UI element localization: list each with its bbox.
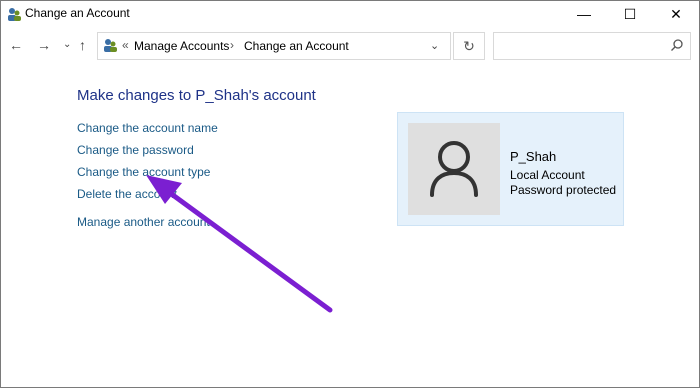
change-password-link[interactable]: Change the password — [77, 143, 194, 157]
maximize-button[interactable]: ☐ — [607, 1, 653, 27]
breadcrumb-manage-accounts[interactable]: Manage Accounts — [134, 39, 229, 53]
address-bar[interactable]: « Manage Accounts › Change an Account ⌄ — [97, 32, 451, 60]
up-button[interactable]: ↑ — [79, 37, 86, 53]
refresh-button[interactable]: ↻ — [453, 32, 485, 60]
change-account-name-link[interactable]: Change the account name — [77, 121, 218, 135]
window-title: Change an Account — [25, 6, 130, 20]
search-box[interactable] — [493, 32, 691, 60]
password-status: Password protected — [510, 183, 617, 197]
users-control-panel-icon — [8, 8, 21, 21]
change-account-type-link[interactable]: Change the account type — [77, 165, 210, 179]
users-control-panel-icon — [104, 39, 117, 52]
delete-account-link[interactable]: Delete the account — [77, 187, 177, 201]
user-silhouette-icon — [430, 141, 478, 197]
breadcrumb-overflow[interactable]: « — [122, 38, 129, 52]
breadcrumb-separator[interactable]: › — [230, 38, 234, 52]
page-heading: Make changes to P_Shah's account — [77, 87, 316, 104]
account-card: P_Shah Local Account Password protected — [397, 112, 624, 226]
minimize-button[interactable]: — — [561, 1, 607, 27]
avatar — [408, 123, 500, 215]
navigation-bar: ← → ⌄ ↑ « Manage Accounts › Change an Ac… — [1, 29, 699, 63]
search-icon — [671, 39, 683, 51]
account-name: P_Shah — [510, 149, 557, 164]
recent-locations-button[interactable]: ⌄ — [63, 39, 71, 50]
window: Change an Account — ☐ ✕ ← → ⌄ ↑ « Manage… — [0, 0, 700, 388]
address-dropdown-button[interactable]: ⌄ — [430, 39, 439, 52]
manage-another-account-link[interactable]: Manage another account — [77, 215, 210, 229]
forward-button[interactable]: → — [37, 37, 51, 53]
breadcrumb-change-an-account[interactable]: Change an Account — [244, 39, 349, 53]
title-bar: Change an Account — ☐ ✕ — [1, 1, 699, 27]
account-type: Local Account — [510, 168, 585, 182]
back-button[interactable]: ← — [9, 37, 23, 53]
close-button[interactable]: ✕ — [653, 1, 699, 27]
